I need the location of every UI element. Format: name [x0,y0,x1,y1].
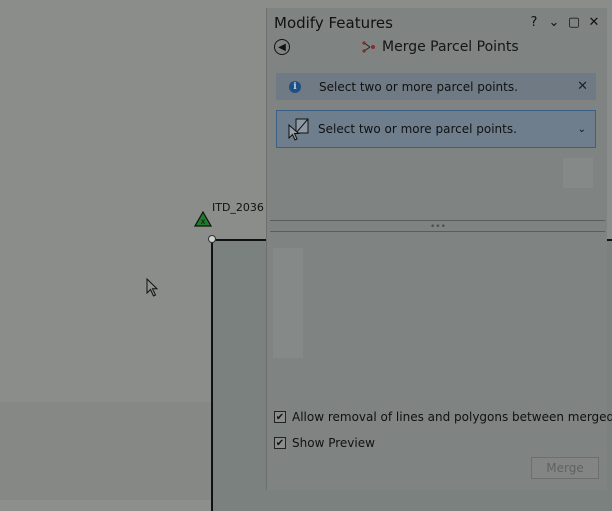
allow-removal-label: Allow removal of lines and polygons betw… [292,410,612,424]
options-dropdown-icon[interactable]: ⌄ [547,14,561,30]
info-icon: i [289,80,301,93]
show-preview-option[interactable]: ✔ Show Preview [274,436,375,450]
parcel-point-warning-icon[interactable]: x [194,211,212,227]
merge-button[interactable]: Merge [531,457,599,479]
info-message-bar: i Select two or more parcel points. ✕ [276,73,596,100]
tool-title-text: Merge Parcel Points [382,39,519,55]
pane-title: Modify Features [274,14,393,32]
blank-area-lower [273,248,303,358]
allow-removal-option[interactable]: ✔ Allow removal of lines and polygons be… [274,410,612,424]
show-preview-label: Show Preview [292,436,375,450]
splitter-line-bottom [270,231,605,232]
help-icon[interactable]: ? [527,14,541,30]
show-preview-checkbox[interactable]: ✔ [274,437,286,449]
parcel-point-label: ITD_2036 [212,201,264,214]
info-message-text: Select two or more parcel points. [319,79,518,94]
tool-title: Merge Parcel Points [361,39,519,55]
selection-dropdown[interactable]: Select two or more parcel points. ⌄ [276,110,596,148]
back-button[interactable]: ◀ [274,39,290,55]
parcel-vertex[interactable] [208,235,216,243]
mouse-cursor-icon [146,278,159,297]
arrow-left-icon: ◀ [278,41,286,53]
blank-area [563,158,593,188]
selection-text: Select two or more parcel points. [318,122,517,136]
allow-removal-checkbox[interactable]: ✔ [274,411,286,423]
merge-points-icon [362,41,375,53]
close-icon[interactable]: ✕ [587,14,601,30]
maximize-icon[interactable]: ▢ [567,14,581,30]
svg-text:x: x [201,217,206,226]
pane-header-buttons: ? ⌄ ▢ ✕ [527,14,601,30]
info-close-icon[interactable]: ✕ [577,79,588,94]
chevron-down-icon: ⌄ [577,123,586,135]
modify-features-pane: Modify Features ? ⌄ ▢ ✕ ◀ Merge Parcel P… [266,8,612,490]
select-tool-icon [288,118,309,141]
splitter-line-top [270,220,605,221]
